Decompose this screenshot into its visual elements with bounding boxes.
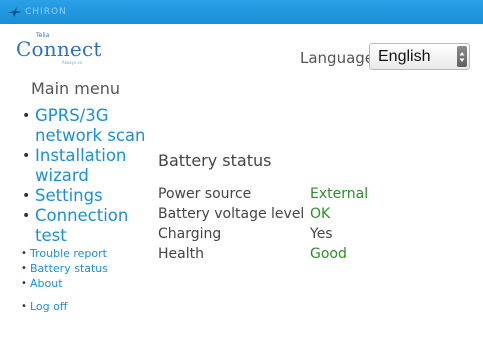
- chiron-bird-icon: [8, 7, 22, 17]
- brand-name: CHIRON: [25, 7, 67, 17]
- menu-item-battery-status[interactable]: Battery status: [21, 261, 161, 276]
- main-menu: GPRS/3G network scan Installation wizard…: [21, 106, 161, 314]
- table-row: Power source External: [158, 184, 368, 204]
- telia-connect-logo[interactable]: Telia Connect Always on: [16, 32, 106, 66]
- menu-item-connection-test[interactable]: Connection test: [21, 206, 161, 246]
- logo-tagline: Always on: [62, 60, 83, 65]
- table-row: Battery voltage level OK: [158, 204, 368, 224]
- main-menu-title: Main menu: [31, 79, 120, 98]
- row-value-charging: Yes: [310, 226, 333, 242]
- language-select[interactable]: English: [369, 43, 470, 70]
- top-bar: CHIRON: [0, 0, 483, 24]
- row-value-battery-voltage: OK: [310, 206, 331, 222]
- brand-mark: CHIRON: [8, 5, 67, 19]
- battery-status-title: Battery status: [158, 151, 272, 170]
- chevron-updown-icon: [457, 46, 467, 67]
- menu-item-log-off[interactable]: Log off: [21, 299, 161, 314]
- logo-main-text: Connect: [16, 37, 102, 61]
- row-value-health: Good: [310, 246, 347, 262]
- battery-status-table: Power source External Battery voltage le…: [158, 184, 368, 264]
- row-label-health: Health: [158, 246, 204, 262]
- menu-item-installation-wizard[interactable]: Installation wizard: [21, 146, 161, 186]
- row-label-battery-voltage: Battery voltage level: [158, 206, 305, 222]
- menu-item-about[interactable]: About: [21, 276, 161, 291]
- menu-item-trouble-report[interactable]: Trouble report: [21, 246, 161, 261]
- table-row: Charging Yes: [158, 224, 368, 244]
- row-label-power-source: Power source: [158, 186, 252, 202]
- row-value-power-source: External: [310, 186, 369, 202]
- language-label: Language:: [300, 49, 380, 67]
- menu-item-network-scan[interactable]: GPRS/3G network scan: [21, 106, 161, 146]
- language-selected-value: English: [378, 48, 431, 65]
- menu-item-settings[interactable]: Settings: [21, 186, 161, 206]
- table-row: Health Good: [158, 244, 368, 264]
- row-label-charging: Charging: [158, 226, 222, 242]
